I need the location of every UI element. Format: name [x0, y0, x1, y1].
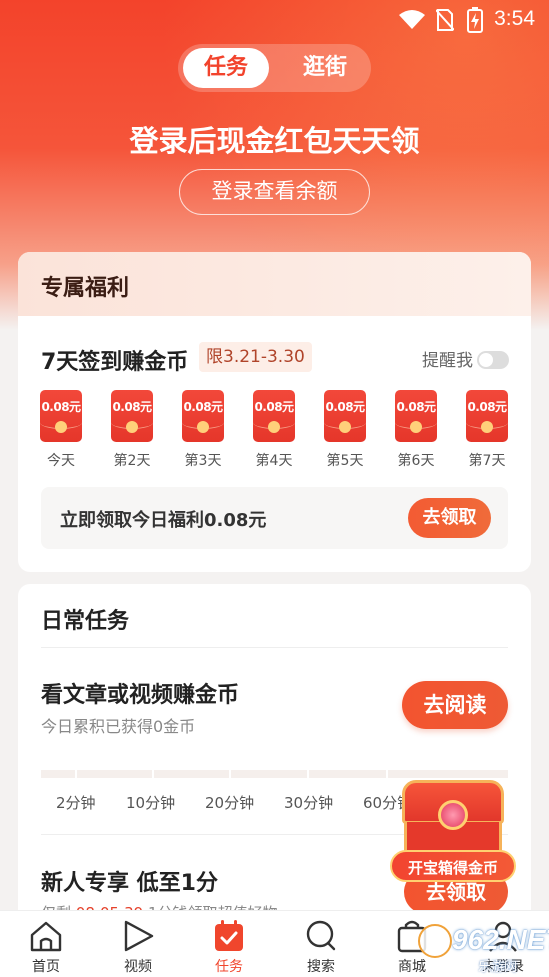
red-envelope-icon: 0.08元 — [395, 390, 437, 442]
tab-search[interactable]: 搜索 — [275, 911, 367, 977]
treasure-chest-widget[interactable]: 开宝箱得金币 — [390, 778, 516, 888]
progress-tick: 10分钟 — [126, 794, 176, 812]
search-icon — [306, 920, 336, 951]
red-envelope-icon: 0.08元 — [253, 390, 295, 442]
limit-tag: 限3.21-3.30 — [199, 342, 312, 372]
task-title: 看文章或视频赚金币 — [41, 683, 240, 708]
day-item[interactable]: 0.08元 第2天 — [110, 390, 154, 470]
tab-label: 视频 — [124, 959, 152, 975]
day-label: 第4天 — [255, 453, 293, 469]
day-amount: 0.08元 — [41, 400, 81, 414]
remind-toggle[interactable] — [477, 351, 509, 369]
day-amount: 0.08元 — [325, 400, 365, 414]
tab-task[interactable]: 任务 — [183, 911, 275, 977]
task-subtitle: 今日累积已获得0金币 — [41, 717, 196, 736]
chest-label: 开宝箱得金币 — [390, 850, 516, 882]
login-view-balance-button[interactable]: 登录查看余额 — [179, 169, 370, 215]
day-amount: 0.08元 — [183, 400, 223, 414]
divider — [41, 647, 508, 648]
day-label: 第6天 — [397, 453, 435, 469]
red-envelope-icon: 0.08元 — [40, 390, 82, 442]
day-label: 今天 — [47, 453, 75, 469]
day-amount: 0.08元 — [112, 400, 152, 414]
play-icon — [124, 920, 154, 952]
tab-label: 首页 — [32, 959, 60, 975]
card-title: 日常任务 — [41, 609, 130, 634]
claim-button[interactable]: 去领取 — [408, 498, 491, 538]
red-envelope-icon: 0.08元 — [466, 390, 508, 442]
remind-toggle-row[interactable]: 提醒我 — [422, 346, 509, 371]
day-label: 第3天 — [184, 453, 222, 469]
watermark-text: 962.NET — [452, 924, 549, 955]
battery-charging-icon — [467, 7, 483, 33]
progress-tick: 2分钟 — [56, 794, 96, 812]
tab-label: 任务 — [215, 959, 243, 975]
site-watermark: 962.NET 乐游网 — [418, 920, 549, 975]
day-item[interactable]: 0.08元 今天 — [39, 390, 83, 470]
calendar-check-icon — [215, 920, 243, 951]
heart-gem-icon — [438, 800, 468, 830]
read-button[interactable]: 去阅读 — [402, 681, 508, 729]
wifi-icon — [399, 10, 425, 29]
day-item[interactable]: 0.08元 第5天 — [323, 390, 367, 470]
no-sim-icon — [436, 9, 454, 31]
day-label: 第5天 — [326, 453, 364, 469]
day-amount: 0.08元 — [396, 400, 436, 414]
card-title: 专属福利 — [41, 276, 130, 301]
watermark-logo-icon — [418, 924, 452, 958]
tab-home[interactable]: 首页 — [0, 911, 92, 977]
hero-title: 登录后现金红包天天领 — [129, 124, 420, 158]
day-item[interactable]: 0.08元 第4天 — [252, 390, 296, 470]
status-time: 3:54 — [494, 7, 535, 30]
progress-tick: 30分钟 — [284, 794, 334, 812]
day-item[interactable]: 0.08元 第3天 — [181, 390, 225, 470]
segmented-control: 任务 逛街 — [178, 44, 371, 92]
progress-tick: 20分钟 — [205, 794, 255, 812]
reading-progress-bar — [41, 770, 508, 778]
claim-text: 立即领取今日福利0.08元 — [60, 510, 267, 531]
day-item[interactable]: 0.08元 第7天 — [465, 390, 509, 470]
tab-video[interactable]: 视频 — [92, 911, 184, 977]
day-label: 第7天 — [468, 453, 506, 469]
tab-label: 搜索 — [307, 959, 335, 975]
day-item[interactable]: 0.08元 第6天 — [394, 390, 438, 470]
red-envelope-icon: 0.08元 — [182, 390, 224, 442]
tab-shopping[interactable]: 逛街 — [282, 48, 368, 88]
tab-tasks[interactable]: 任务 — [183, 48, 269, 88]
home-icon — [30, 921, 62, 952]
day-amount: 0.08元 — [467, 400, 507, 414]
day-label: 第2天 — [113, 453, 151, 469]
red-envelope-icon: 0.08元 — [324, 390, 366, 442]
status-bar: 3:54 — [0, 0, 549, 40]
red-envelope-icon: 0.08元 — [111, 390, 153, 442]
watermark-subtext: 乐游网 — [478, 960, 518, 975]
claim-bar: 立即领取今日福利0.08元 去领取 — [41, 487, 508, 549]
day-amount: 0.08元 — [254, 400, 294, 414]
task-title: 新人专享 低至1分 — [41, 871, 218, 896]
exclusive-benefits-card: 专属福利 7天签到赚金币 限3.21-3.30 提醒我 0.08元 今天 0.0… — [18, 252, 531, 572]
remind-label: 提醒我 — [422, 351, 473, 371]
signin-title: 7天签到赚金币 — [41, 350, 189, 375]
